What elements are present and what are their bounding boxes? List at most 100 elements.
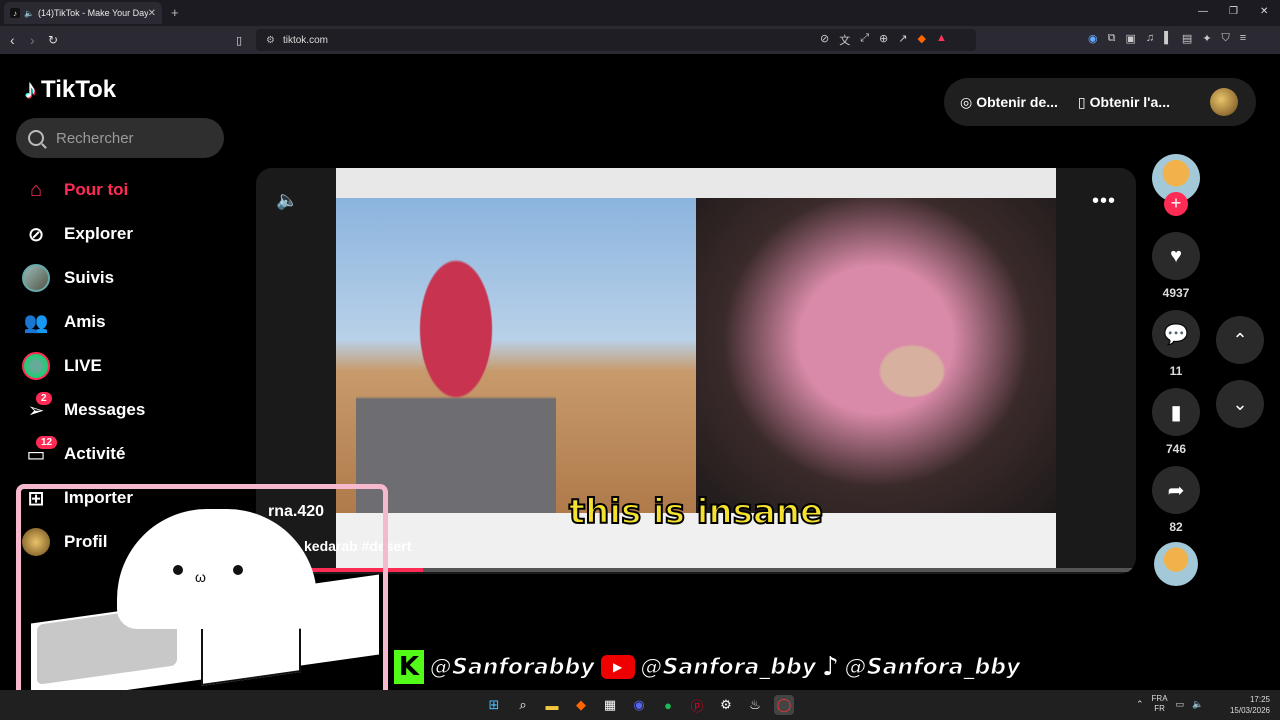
- network-icon[interactable]: ▭: [1176, 699, 1185, 710]
- previous-video-button[interactable]: ⌃: [1216, 316, 1264, 364]
- sidebar-item-live[interactable]: LIVE: [16, 344, 236, 388]
- video-frame: this is insane: [336, 168, 1056, 568]
- extensions-icon[interactable]: ⧉: [1108, 32, 1116, 45]
- sidebar-item-pour-toi[interactable]: ⌂ Pour toi: [16, 168, 236, 212]
- save-action[interactable]: ▮ 746: [1152, 388, 1200, 456]
- tiktok-favicon-icon: ♪: [10, 8, 20, 18]
- search-icon[interactable]: ⌕: [513, 695, 533, 715]
- open-external-icon[interactable]: ⤢: [860, 32, 869, 48]
- wallet-icon[interactable]: ▣: [1125, 32, 1135, 45]
- sidebar-item-label: Amis: [64, 312, 106, 331]
- music-icon[interactable]: ♫: [1146, 32, 1154, 45]
- wallet2-icon[interactable]: ▤: [1182, 32, 1192, 45]
- opera-icon[interactable]: ◯: [774, 695, 794, 715]
- search-box[interactable]: [16, 118, 224, 158]
- cat-eye-left: [173, 565, 183, 575]
- sidebar-item-activite[interactable]: ▭ 12 Activité: [16, 432, 236, 476]
- get-coins-button[interactable]: ◎ Obtenir de...: [960, 94, 1058, 111]
- tiktok-logo[interactable]: ♪ TikTok: [24, 74, 116, 105]
- restore-icon[interactable]: ❐: [1229, 6, 1238, 17]
- heart-icon[interactable]: ♥: [1152, 232, 1200, 280]
- site-info-icon[interactable]: ⚙: [266, 35, 275, 46]
- inbox-icon: ▭ 12: [20, 436, 58, 470]
- video-right-panel: [696, 198, 1056, 513]
- get-app-button[interactable]: ▯ Obtenir l'a...: [1078, 94, 1170, 111]
- translate-icon[interactable]: 文: [839, 32, 850, 48]
- video-left-panel: [336, 198, 696, 518]
- browser-tab-bar: ♪ 🔈 (14)TikTok - Make Your Day ✕ + — ❐ ✕: [0, 0, 1280, 26]
- video-progress-bar[interactable]: [256, 568, 1136, 572]
- windows-start-icon[interactable]: ⊞: [484, 695, 504, 715]
- brave-icon[interactable]: ◆: [571, 695, 591, 715]
- system-tray: ⌃ FRA FR ▭ 🔈: [1136, 694, 1203, 714]
- spotify-icon[interactable]: ●: [658, 695, 678, 715]
- pinterest-icon[interactable]: ⓟ: [687, 695, 707, 715]
- cat-eye-right: [233, 565, 243, 575]
- settings-icon[interactable]: ⚙: [716, 695, 736, 715]
- creator-avatar[interactable]: +: [1152, 154, 1200, 216]
- leo-icon[interactable]: ✦: [1202, 32, 1211, 45]
- more-options-icon[interactable]: •••: [1092, 190, 1116, 213]
- search-input[interactable]: [56, 129, 216, 147]
- share-icon[interactable]: ↗: [898, 32, 907, 48]
- chevron-up-icon[interactable]: ⌃: [1136, 699, 1144, 710]
- chevron-up-icon: ⌃: [1232, 329, 1248, 350]
- youtube-icon: ▶: [600, 655, 635, 679]
- bookmark-icon[interactable]: ▮: [1152, 388, 1200, 436]
- share-action[interactable]: ➦ 82: [1152, 466, 1200, 534]
- new-tab-button[interactable]: +: [171, 5, 179, 20]
- coin-icon: ◎: [960, 93, 973, 110]
- sound-disc[interactable]: [1152, 542, 1200, 586]
- discord-icon[interactable]: ◉: [629, 695, 649, 715]
- file-explorer-icon[interactable]: ▬: [542, 695, 562, 715]
- phone-icon: ▯: [1077, 93, 1086, 110]
- menu-icon[interactable]: ≡: [1240, 32, 1246, 45]
- comment-icon[interactable]: 💬: [1152, 310, 1200, 358]
- sidebar-item-suivis[interactable]: Suivis: [16, 256, 236, 300]
- get-app-label: Obtenir l'a...: [1089, 94, 1170, 110]
- browser-tab[interactable]: ♪ 🔈 (14)TikTok - Make Your Day ✕: [4, 2, 162, 24]
- sidebar-item-messages[interactable]: ➢ 2 Messages: [16, 388, 236, 432]
- speaker-icon[interactable]: 🔈: [24, 9, 34, 18]
- reader-off-icon[interactable]: ⊘: [820, 32, 829, 48]
- clock[interactable]: 17:25 15/03/2026: [1224, 694, 1270, 716]
- comment-action[interactable]: 💬 11: [1152, 310, 1200, 378]
- next-video-button[interactable]: ⌄: [1216, 380, 1264, 428]
- vpn-icon[interactable]: ⛉: [1222, 32, 1230, 45]
- sidebar-icon[interactable]: ▌: [1164, 32, 1172, 45]
- zoom-icon[interactable]: ⊕: [879, 32, 888, 48]
- sidebar-item-amis[interactable]: 👥 Amis: [16, 300, 236, 344]
- kick-handle: @Sanforabby: [430, 654, 596, 680]
- video-player[interactable]: this is insane 🔈 ••• rna.420 kedarab #de…: [256, 168, 1136, 574]
- tiktok-note-icon: ♪: [24, 74, 37, 104]
- language-indicator[interactable]: FRA FR: [1152, 694, 1168, 714]
- follow-plus-icon[interactable]: +: [1164, 192, 1188, 216]
- tab-title: (14)TikTok - Make Your Day: [37, 8, 148, 18]
- volume-tray-icon[interactable]: 🔈: [1192, 699, 1203, 710]
- user-avatar[interactable]: [1210, 88, 1238, 116]
- sidebar-item-explorer[interactable]: ⊘ Explorer: [16, 212, 236, 256]
- share-arrow-icon[interactable]: ➦: [1152, 466, 1200, 514]
- close-tab-icon[interactable]: ✕: [148, 8, 156, 19]
- rewards-icon[interactable]: ▲: [936, 32, 947, 48]
- back-icon[interactable]: ‹: [10, 32, 15, 48]
- bookmark-icon[interactable]: ▯: [236, 34, 242, 47]
- stream-overlay-frame: ω: [16, 484, 388, 720]
- steam-icon[interactable]: ♨: [745, 695, 765, 715]
- url-action-icons: ⊘ 文 ⤢ ⊕ ↗ ◆ ▲: [820, 32, 947, 48]
- search-icon: [28, 130, 44, 146]
- minimize-icon[interactable]: —: [1198, 6, 1208, 17]
- close-window-icon[interactable]: ✕: [1260, 6, 1268, 17]
- store-icon[interactable]: ▦: [600, 695, 620, 715]
- like-count: 4937: [1162, 286, 1190, 300]
- address-bar-row: ‹ › ↻ ▯ ⚙ tiktok.com ⊘ 文 ⤢ ⊕ ↗ ◆ ▲ ◉ ⧉ ▣…: [0, 26, 1280, 54]
- following-avatar-icon: [22, 264, 50, 292]
- brave-shield-icon[interactable]: ◆: [917, 32, 925, 48]
- video-caption: this is insane: [568, 491, 824, 533]
- sidebar-item-label: Explorer: [64, 224, 133, 243]
- audio-icon[interactable]: ◉: [1088, 32, 1098, 45]
- forward-icon[interactable]: ›: [30, 32, 35, 48]
- like-action[interactable]: ♥ 4937: [1152, 232, 1200, 300]
- reload-icon[interactable]: ↻: [48, 33, 58, 47]
- volume-icon[interactable]: 🔈: [276, 190, 298, 211]
